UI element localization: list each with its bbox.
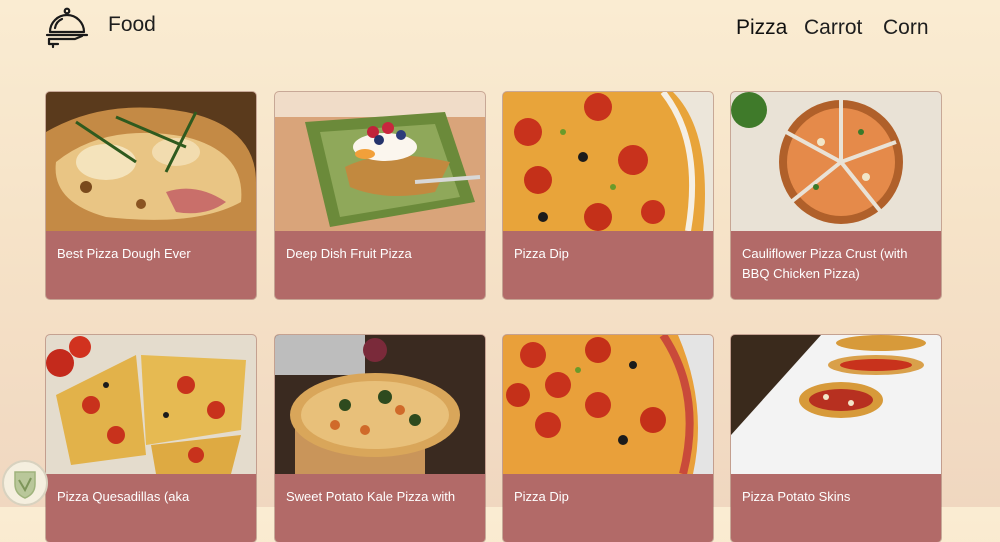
recipe-title: Deep Dish Fruit Pizza	[286, 246, 412, 261]
fruit-pizza-photo	[275, 92, 485, 231]
recipe-title: Cauliflower Pizza Crust (with BBQ Chicke…	[742, 246, 908, 281]
nav-item-corn[interactable]: Corn	[883, 16, 929, 40]
recipe-title: Best Pizza Dough Ever	[57, 246, 191, 261]
pizza-quesadillas-photo	[46, 335, 256, 474]
recipe-title: Pizza Potato Skins	[742, 489, 851, 504]
pizza-dip-photo-2	[503, 335, 713, 474]
recipe-card[interactable]: Cauliflower Pizza Crust (with BBQ Chicke…	[731, 92, 941, 299]
recipe-card[interactable]: Deep Dish Fruit Pizza	[275, 92, 485, 299]
recipe-title: Sweet Potato Kale Pizza with	[286, 489, 456, 504]
recipe-title: Pizza Quesadillas (aka	[57, 489, 190, 504]
pizza-dip-photo	[503, 92, 713, 231]
sweet-potato-kale-pizza-photo	[275, 335, 485, 474]
nav-item-carrot[interactable]: Carrot	[804, 16, 862, 40]
cauliflower-crust-photo	[731, 92, 941, 231]
recipe-card[interactable]: Pizza Dip	[503, 92, 713, 299]
leaf-shield-icon	[2, 460, 48, 506]
recipe-title: Pizza Dip	[514, 246, 569, 261]
recipe-card[interactable]: Pizza Dip	[503, 335, 713, 542]
pizza-dough-photo	[46, 92, 256, 231]
recipe-card[interactable]: Best Pizza Dough Ever	[46, 92, 256, 299]
top-navigation: Food Pizza Carrot Corn	[0, 0, 1000, 60]
recipe-card[interactable]: Pizza Quesadillas (aka	[46, 335, 256, 542]
nav-item-pizza[interactable]: Pizza	[736, 16, 787, 40]
pizza-potato-skins-photo	[731, 335, 941, 474]
recipe-card[interactable]: Sweet Potato Kale Pizza with	[275, 335, 485, 542]
brand-title[interactable]: Food	[108, 13, 156, 37]
recipe-card[interactable]: Pizza Potato Skins	[731, 335, 941, 542]
food-cloche-icon[interactable]	[44, 6, 90, 50]
recipe-title: Pizza Dip	[514, 489, 569, 504]
